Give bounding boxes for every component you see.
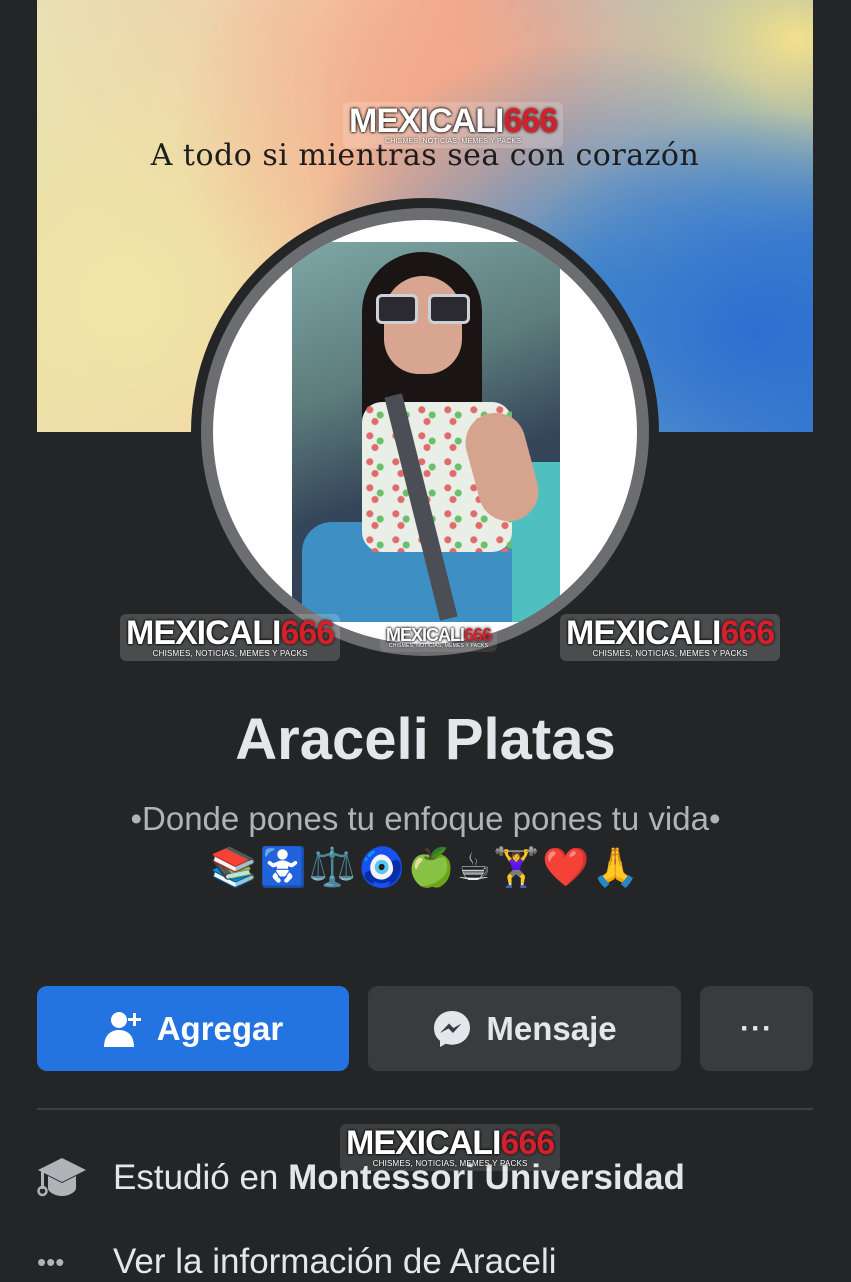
profile-bio: •Donde pones tu enfoque pones tu vida• [130,800,721,837]
profile-photo [292,242,560,622]
watermark-logo: MEXICALI666 CHISMES, NOTICIAS, MEMES Y P… [120,614,341,661]
message-button[interactable]: Mensaje [368,986,681,1071]
more-icon: ··· [740,1011,773,1045]
dots-icon: ••• [37,1246,65,1277]
watermark-logo: MEXICALI666 CHISMES, NOTICIAS, MEMES Y P… [380,624,498,652]
profile-name: Araceli Platas [235,707,616,772]
add-friend-label: Agregar [156,1009,284,1047]
divider [37,1108,813,1110]
more-options-button[interactable]: ··· [700,986,813,1071]
watermark-logo: MEXICALI666 CHISMES, NOTICIAS, MEMES Y P… [560,614,781,661]
see-info-link: Ver la información de Araceli [113,1242,557,1281]
graduation-cap-icon [37,1158,86,1197]
profile-bio-emojis: 📚🚼⚖️🧿🍏☕🏋️‍♀️❤️🙏 [210,845,641,889]
message-label: Mensaje [486,1009,617,1047]
add-friend-icon [103,1011,141,1047]
watermark-logo: MEXICALI666 CHISMES, NOTICIAS, MEMES Y P… [340,1124,561,1171]
profile-picture[interactable] [201,208,649,656]
messenger-icon [434,1010,471,1047]
watermark-logo: MEXICALI666 CHISMES, NOTICIAS, MEMES Y P… [343,102,564,148]
see-info-row[interactable]: ••• Ver la información de Araceli [37,1242,813,1282]
add-friend-button[interactable]: Agregar [37,986,349,1071]
